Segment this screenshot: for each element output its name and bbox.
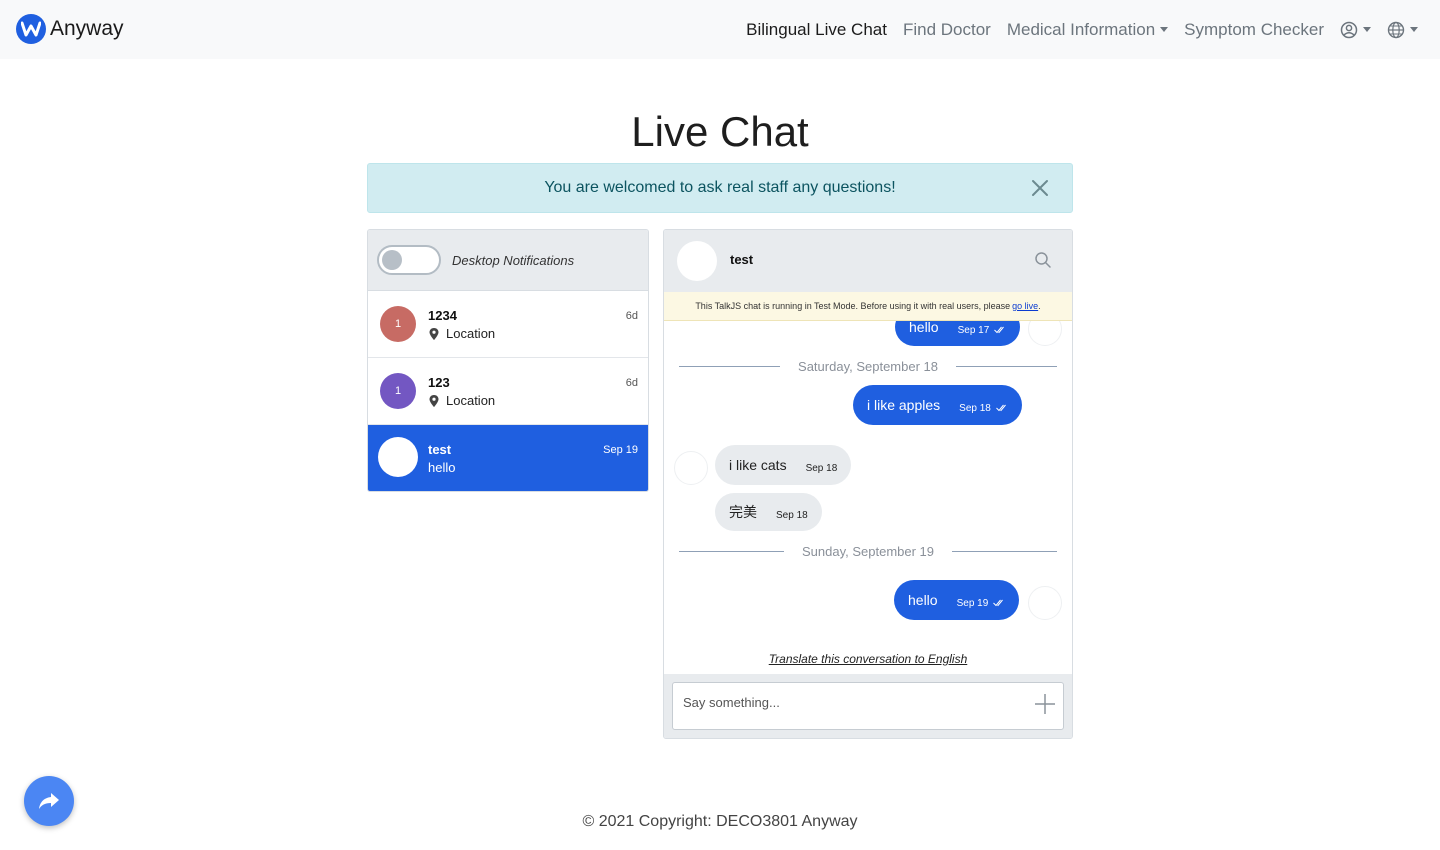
message-bubble-outgoing: i like apples Sep 18 bbox=[853, 385, 1022, 425]
message-bubble-outgoing: hello Sep 17 bbox=[895, 321, 1021, 346]
divider-line bbox=[679, 550, 784, 552]
message-bubble-outgoing: hello Sep 19 bbox=[894, 580, 1020, 620]
conversation-name: 1234 bbox=[428, 308, 457, 323]
nav-medical-information-dropdown[interactable]: Medical Information bbox=[1006, 19, 1169, 40]
test-mode-text: This TalkJS chat is running in Test Mode… bbox=[695, 301, 1011, 311]
globe-icon bbox=[1387, 21, 1405, 38]
conversation-time: Sep 19 bbox=[603, 444, 638, 456]
conversation-name: test bbox=[428, 442, 452, 457]
welcome-alert: You are welcomed to ask real staff any q… bbox=[367, 163, 1073, 213]
test-mode-end: . bbox=[1038, 301, 1041, 311]
message-time-text: Sep 19 bbox=[956, 597, 989, 609]
message-text: hello bbox=[909, 321, 939, 335]
page-title: Live Chat bbox=[631, 108, 809, 155]
conversation-list-panel: Desktop Notifications 1 1234 Location 6d… bbox=[367, 229, 649, 492]
message-bubble-incoming: 完美 Sep 18 bbox=[715, 493, 822, 531]
user-circle-icon bbox=[1340, 21, 1358, 38]
message-list[interactable]: hello Sep 17 Saturday, September 18 i li… bbox=[664, 321, 1072, 674]
double-check-icon bbox=[996, 404, 1006, 412]
test-mode-banner: This TalkJS chat is running in Test Mode… bbox=[664, 292, 1072, 321]
desktop-notifications-toggle[interactable] bbox=[377, 245, 441, 275]
map-pin-icon bbox=[429, 394, 439, 407]
avatar: 1 bbox=[380, 373, 416, 409]
nav-links: Bilingual Live Chat Find Doctor Medical … bbox=[730, 0, 1418, 59]
avatar bbox=[1028, 586, 1062, 620]
map-pin-icon bbox=[429, 327, 439, 340]
divider-line bbox=[952, 550, 1058, 552]
avatar bbox=[677, 241, 717, 281]
divider-line bbox=[679, 365, 781, 367]
message-time-text: Sep 17 bbox=[957, 324, 990, 336]
message-composer: Say something... bbox=[664, 674, 1072, 738]
w-logo-icon bbox=[16, 14, 46, 44]
toggle-knob bbox=[382, 250, 402, 270]
go-live-link[interactable]: go live bbox=[1012, 301, 1038, 311]
conversation-name: 123 bbox=[428, 375, 450, 390]
search-icon[interactable] bbox=[1034, 251, 1052, 274]
alert-text: You are welcomed to ask real staff any q… bbox=[544, 179, 896, 196]
divider-line bbox=[955, 365, 1058, 367]
desktop-notifications-label: Desktop Notifications bbox=[452, 252, 575, 268]
conversation-time: 6d bbox=[625, 377, 638, 389]
footer-copyright: © 2021 Copyright: DECO3801 Anyway bbox=[582, 813, 858, 830]
chevron-down-icon bbox=[1363, 27, 1371, 32]
message-input[interactable]: Say something... bbox=[672, 682, 1064, 730]
message-bubble-incoming: i like cats Sep 18 bbox=[715, 445, 852, 485]
conversation-item-test[interactable]: test hello Sep 19 bbox=[368, 425, 648, 491]
message-time: Sep 17 bbox=[958, 325, 1007, 336]
nav-find-doctor[interactable]: Find Doctor bbox=[903, 20, 991, 40]
chat-header: test bbox=[664, 230, 1072, 292]
close-icon[interactable] bbox=[1030, 178, 1050, 203]
nav-medical-information-label: Medical Information bbox=[1006, 19, 1156, 39]
share-arrow-icon bbox=[39, 793, 59, 809]
inbox-header: Desktop Notifications bbox=[368, 230, 648, 291]
double-check-icon bbox=[993, 599, 1004, 607]
user-menu-dropdown[interactable] bbox=[1340, 21, 1371, 39]
avatar bbox=[1028, 321, 1062, 346]
conversation-subtitle: Location bbox=[428, 393, 495, 408]
conversation-time: 6d bbox=[625, 310, 638, 322]
message-time: Sep 18 bbox=[959, 403, 1008, 414]
message-text: i like apples bbox=[867, 397, 941, 413]
chat-panel: test This TalkJS chat is running in Test… bbox=[663, 229, 1073, 739]
date-divider: Sunday, September 19 bbox=[679, 543, 1058, 559]
divider-text: Sunday, September 19 bbox=[802, 543, 935, 559]
avatar bbox=[378, 437, 418, 477]
message-text: i like cats bbox=[729, 457, 787, 473]
message-time: Sep 19 bbox=[957, 598, 1006, 609]
avatar: 1 bbox=[380, 306, 416, 342]
chat-recipient-name: test bbox=[730, 252, 754, 267]
conversation-item-1234[interactable]: 1 1234 Location 6d bbox=[368, 291, 648, 358]
date-divider: Saturday, September 18 bbox=[679, 358, 1058, 374]
conversation-subtitle: Location bbox=[428, 326, 495, 341]
brand-link[interactable]: Anyway bbox=[16, 14, 124, 44]
navbar: Anyway Bilingual Live Chat Find Doctor M… bbox=[0, 0, 1440, 59]
plus-icon[interactable] bbox=[1034, 693, 1056, 720]
message-time: Sep 18 bbox=[776, 509, 808, 521]
message-time-text: Sep 18 bbox=[959, 402, 991, 414]
divider-text: Saturday, September 18 bbox=[798, 358, 938, 374]
conversation-item-123[interactable]: 1 123 Location 6d bbox=[368, 358, 648, 425]
brand-text: Anyway bbox=[50, 17, 124, 40]
nav-symptom-checker[interactable]: Symptom Checker bbox=[1184, 20, 1324, 40]
double-check-icon bbox=[994, 326, 1005, 334]
language-menu-dropdown[interactable] bbox=[1387, 21, 1418, 39]
conversation-last-message: hello bbox=[428, 460, 456, 475]
message-text: hello bbox=[908, 592, 938, 608]
conversation-subtitle-text: Location bbox=[446, 326, 496, 341]
message-time: Sep 18 bbox=[805, 462, 838, 474]
translate-conversation-link[interactable]: Translate this conversation to English bbox=[664, 652, 1072, 666]
avatar bbox=[674, 451, 708, 485]
chevron-down-icon bbox=[1410, 27, 1418, 32]
nav-live-chat[interactable]: Bilingual Live Chat bbox=[746, 20, 887, 40]
chevron-down-icon bbox=[1160, 27, 1169, 32]
conversation-subtitle-text: Location bbox=[446, 393, 496, 408]
message-text: 完美 bbox=[729, 504, 757, 520]
